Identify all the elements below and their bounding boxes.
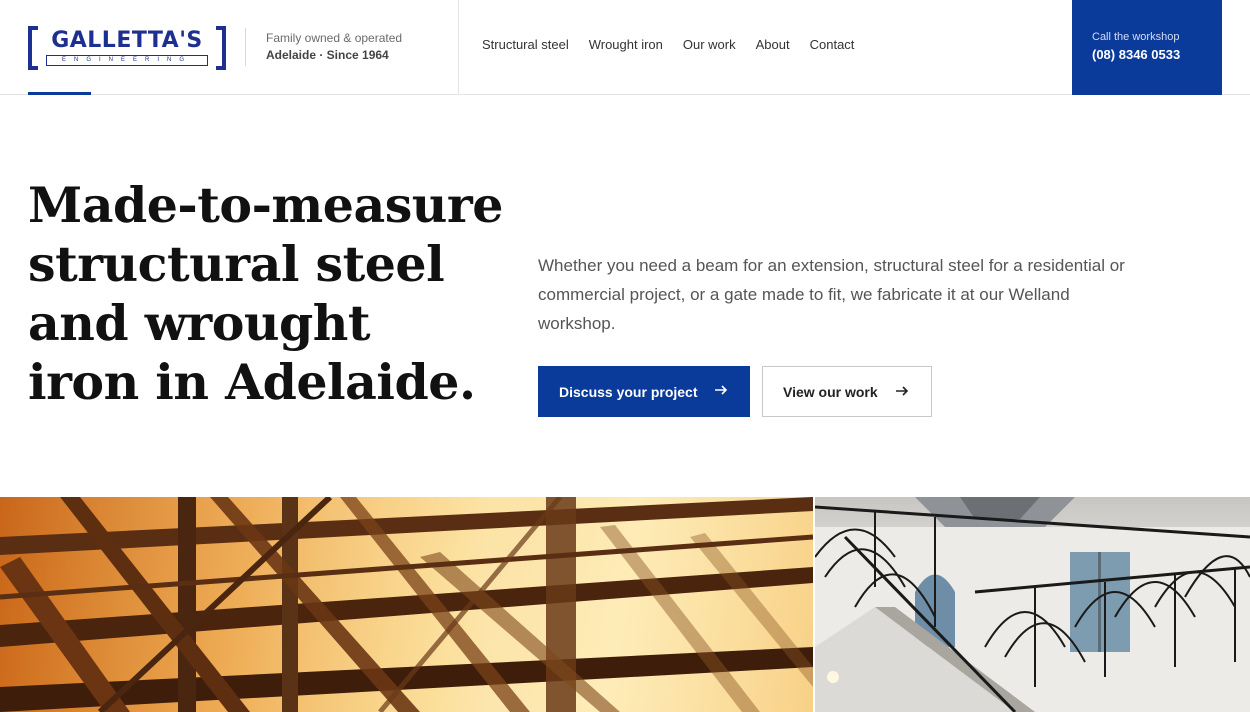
steel-frame-illustration [0, 497, 813, 712]
hero-title-line: and wrought [28, 294, 371, 352]
tagline-location: Adelaide · Since 1964 [266, 48, 389, 62]
logo-bracket-right [216, 26, 226, 70]
arrow-right-icon [715, 385, 728, 395]
structural-steel-photo [0, 497, 813, 712]
logo-bracket-left [28, 26, 38, 70]
tagline-family: Family owned & operated [266, 31, 403, 45]
discuss-project-label: Discuss your project [559, 383, 698, 400]
call-number: (08) 8346 0533 [1092, 47, 1181, 62]
balustrade-illustration [815, 497, 1250, 712]
hero-title-line: Made-to-measure [28, 176, 503, 234]
view-work-button[interactable]: View our work [762, 366, 932, 417]
hero-description: Whether you need a beam for an extension… [538, 256, 1125, 333]
main-nav: Structural steel Wrought iron Our work A… [482, 37, 874, 52]
nav-item-about[interactable]: About [756, 37, 790, 52]
logo-divider [245, 28, 246, 66]
hero-title: Made-to-measure structural steel and wro… [28, 176, 508, 412]
nav-item-structural-steel[interactable]: Structural steel [482, 37, 569, 52]
call-workshop-button[interactable]: Call the workshop (08) 8346 0533 [1072, 0, 1222, 95]
view-work-label: View our work [783, 383, 878, 400]
logo-subtitle: ENGINEERING [46, 55, 208, 66]
wrought-iron-photo [815, 497, 1250, 712]
call-label: Call the workshop [1092, 31, 1180, 43]
hero-title-line: structural steel [28, 235, 445, 293]
logo[interactable]: GALLETTA'S ENGINEERING [28, 24, 226, 72]
active-indicator [28, 92, 91, 95]
hero-title-line: iron in Adelaide. [28, 353, 476, 411]
site-header: GALLETTA'S ENGINEERING Family owned & op… [0, 0, 1250, 95]
nav-item-contact[interactable]: Contact [810, 37, 855, 52]
nav-item-our-work[interactable]: Our work [683, 37, 736, 52]
arrow-right-icon [896, 386, 909, 396]
logo-name: GALLETTA'S [51, 28, 203, 53]
discuss-project-button[interactable]: Discuss your project [538, 366, 750, 417]
header-divider [458, 0, 459, 95]
nav-item-wrought-iron[interactable]: Wrought iron [589, 37, 663, 52]
